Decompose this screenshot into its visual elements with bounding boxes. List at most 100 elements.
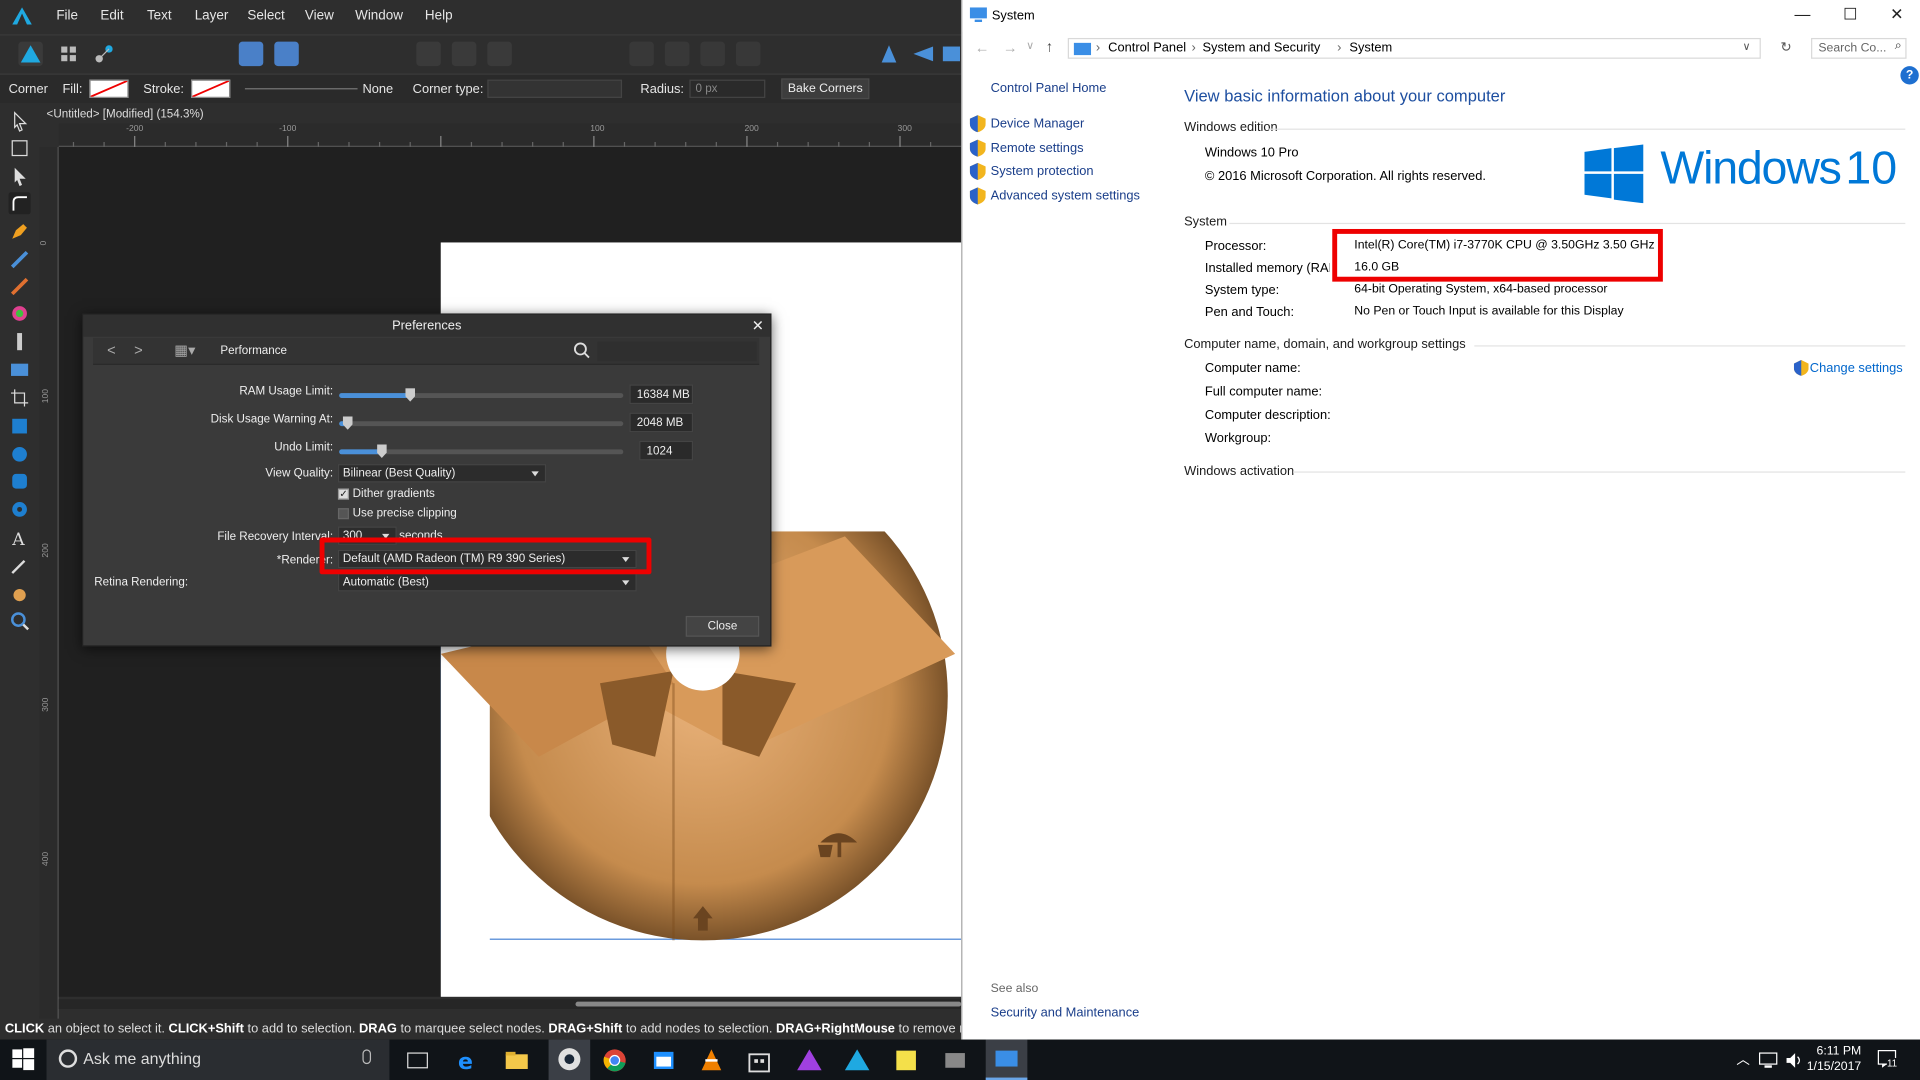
view-quality-dropdown[interactable]: Bilinear (Best Quality)	[337, 464, 547, 483]
boolean-intersect-icon[interactable]	[700, 41, 725, 67]
disk-slider[interactable]	[339, 416, 624, 430]
place-image-icon[interactable]	[9, 359, 31, 381]
affinity-photo-icon[interactable]	[796, 1047, 823, 1074]
breadcrumb-control-panel[interactable]: Control Panel	[1108, 40, 1186, 55]
preferences-search-input[interactable]	[597, 341, 757, 362]
menu-help[interactable]: Help	[425, 9, 453, 24]
stroke-width-slider[interactable]	[244, 88, 358, 90]
precise-clipping-checkbox[interactable]	[337, 508, 349, 520]
disk-value[interactable]: 2048 MB	[629, 412, 694, 433]
rectangle-tool-icon[interactable]	[9, 415, 31, 437]
forward-arrow-icon[interactable]: →	[1003, 39, 1018, 56]
dither-checkbox[interactable]: ✓	[337, 488, 349, 500]
edge-icon[interactable]: e	[454, 1047, 481, 1074]
menu-edit[interactable]: Edit	[100, 9, 123, 24]
search-icon[interactable]	[573, 342, 590, 359]
rounded-rectangle-icon[interactable]	[9, 470, 31, 492]
help-icon[interactable]: ?	[1900, 66, 1919, 85]
menu-view[interactable]: View	[305, 9, 334, 24]
unknown-app-icon[interactable]	[942, 1047, 969, 1074]
bring-forward-icon[interactable]	[238, 41, 264, 67]
back-arrow-icon[interactable]: ←	[975, 39, 990, 56]
horizontal-scrollbar[interactable]	[58, 999, 962, 1009]
breadcrumb-system[interactable]: System	[1349, 40, 1392, 55]
fill-swatch[interactable]	[89, 79, 129, 98]
app-window-icon[interactable]	[650, 1047, 677, 1074]
microphone-icon[interactable]	[362, 1049, 372, 1065]
security-maintenance-link[interactable]: Security and Maintenance	[991, 1005, 1140, 1020]
transparency-tool-icon[interactable]	[9, 331, 31, 353]
vector-brush-icon[interactable]	[9, 276, 31, 298]
remote-settings-link[interactable]: Remote settings	[991, 141, 1084, 156]
affinity-designer-icon[interactable]	[844, 1047, 871, 1074]
pen-tool-icon[interactable]	[9, 220, 31, 242]
maximize-button[interactable]: ☐	[1826, 5, 1875, 25]
store-icon[interactable]	[746, 1047, 773, 1074]
file-explorer-icon[interactable]	[503, 1047, 530, 1074]
address-bar[interactable]: › Control Panel › System and Security › …	[1067, 37, 1761, 59]
control-panel-taskbar-icon[interactable]	[985, 1039, 1028, 1080]
scrollbar-thumb[interactable]	[575, 1001, 962, 1007]
fill-tool-icon[interactable]	[9, 302, 31, 324]
hand-tool-icon[interactable]	[9, 583, 31, 605]
boolean-add-icon[interactable]	[629, 41, 654, 67]
menu-window[interactable]: Window	[355, 9, 403, 24]
advanced-settings-link[interactable]: Advanced system settings	[991, 189, 1140, 204]
artboard-tool-icon[interactable]	[9, 137, 31, 159]
change-settings-link[interactable]: Change settings	[1810, 361, 1903, 376]
affinity-logo-icon[interactable]	[12, 7, 32, 25]
network-icon[interactable]	[1758, 1052, 1778, 1069]
undo-value[interactable]: 1024	[639, 440, 694, 461]
device-manager-link[interactable]: Device Manager	[991, 116, 1085, 131]
search-input[interactable]: Search Co... ⌕	[1811, 37, 1907, 59]
ram-value[interactable]: 16384 MB	[629, 384, 694, 405]
minimize-button[interactable]: —	[1778, 5, 1827, 23]
volume-icon[interactable]	[1785, 1052, 1802, 1069]
refresh-icon[interactable]: ↻	[1780, 39, 1791, 55]
flip-icon[interactable]	[911, 42, 935, 66]
pixel-view-icon[interactable]	[451, 41, 477, 67]
control-panel-home-link[interactable]: Control Panel Home	[991, 81, 1107, 96]
forward-arrow-icon[interactable]: >	[127, 342, 149, 362]
pixel-persona-icon[interactable]	[56, 42, 80, 66]
close-button[interactable]: Close	[685, 615, 760, 637]
corner-type-buttons[interactable]	[487, 79, 623, 98]
chevron-up-icon[interactable]: ︿	[1736, 1049, 1749, 1069]
snapping-icon[interactable]	[274, 41, 299, 67]
retina-dropdown[interactable]: Automatic (Best)	[337, 573, 637, 592]
sticky-notes-icon[interactable]	[893, 1047, 920, 1074]
menu-layer[interactable]: Layer	[195, 9, 229, 24]
view-mode-icon[interactable]	[416, 41, 441, 67]
crop-tool-icon[interactable]	[9, 387, 31, 409]
artistic-text-icon[interactable]: A	[9, 527, 31, 549]
retina-view-icon[interactable]	[487, 41, 512, 67]
close-button[interactable]: ✕	[1872, 5, 1920, 25]
align-icon[interactable]	[877, 42, 901, 66]
stroke-swatch[interactable]	[191, 79, 231, 98]
color-picker-icon[interactable]	[9, 555, 31, 577]
corner-tool-icon[interactable]	[8, 192, 31, 215]
donut-tool-icon[interactable]	[9, 498, 31, 520]
up-arrow-icon[interactable]: ↑	[1046, 38, 1053, 55]
back-arrow-icon[interactable]: <	[100, 342, 122, 362]
bake-corners-button[interactable]: Bake Corners	[781, 78, 870, 100]
cortana-search[interactable]: Ask me anything	[46, 1039, 390, 1080]
document-tab[interactable]: <Untitled> [Modified] (154.3%)	[39, 104, 962, 124]
clock[interactable]: 6:11 PM 1/15/2017	[1807, 1043, 1861, 1075]
vlc-icon[interactable]	[698, 1047, 725, 1074]
task-view-icon[interactable]	[404, 1047, 431, 1074]
close-icon[interactable]: ✕	[752, 317, 764, 334]
ellipse-tool-icon[interactable]	[9, 443, 31, 465]
start-icon[interactable]	[12, 1048, 39, 1075]
pencil-tool-icon[interactable]	[9, 249, 31, 271]
ram-slider[interactable]	[339, 388, 624, 402]
zoom-tool-icon[interactable]	[9, 610, 31, 632]
system-protection-link[interactable]: System protection	[991, 164, 1094, 179]
move-tool-icon[interactable]	[9, 110, 31, 132]
undo-slider[interactable]	[339, 444, 624, 458]
dropdown-chevron-icon[interactable]: ∨	[1742, 40, 1750, 53]
radius-input[interactable]: 0 px	[689, 79, 766, 98]
recent-chevron-icon[interactable]: ∨	[1026, 39, 1034, 52]
grid-menu-icon[interactable]: ▦▾	[169, 342, 201, 362]
boolean-divide-icon[interactable]	[735, 41, 761, 67]
